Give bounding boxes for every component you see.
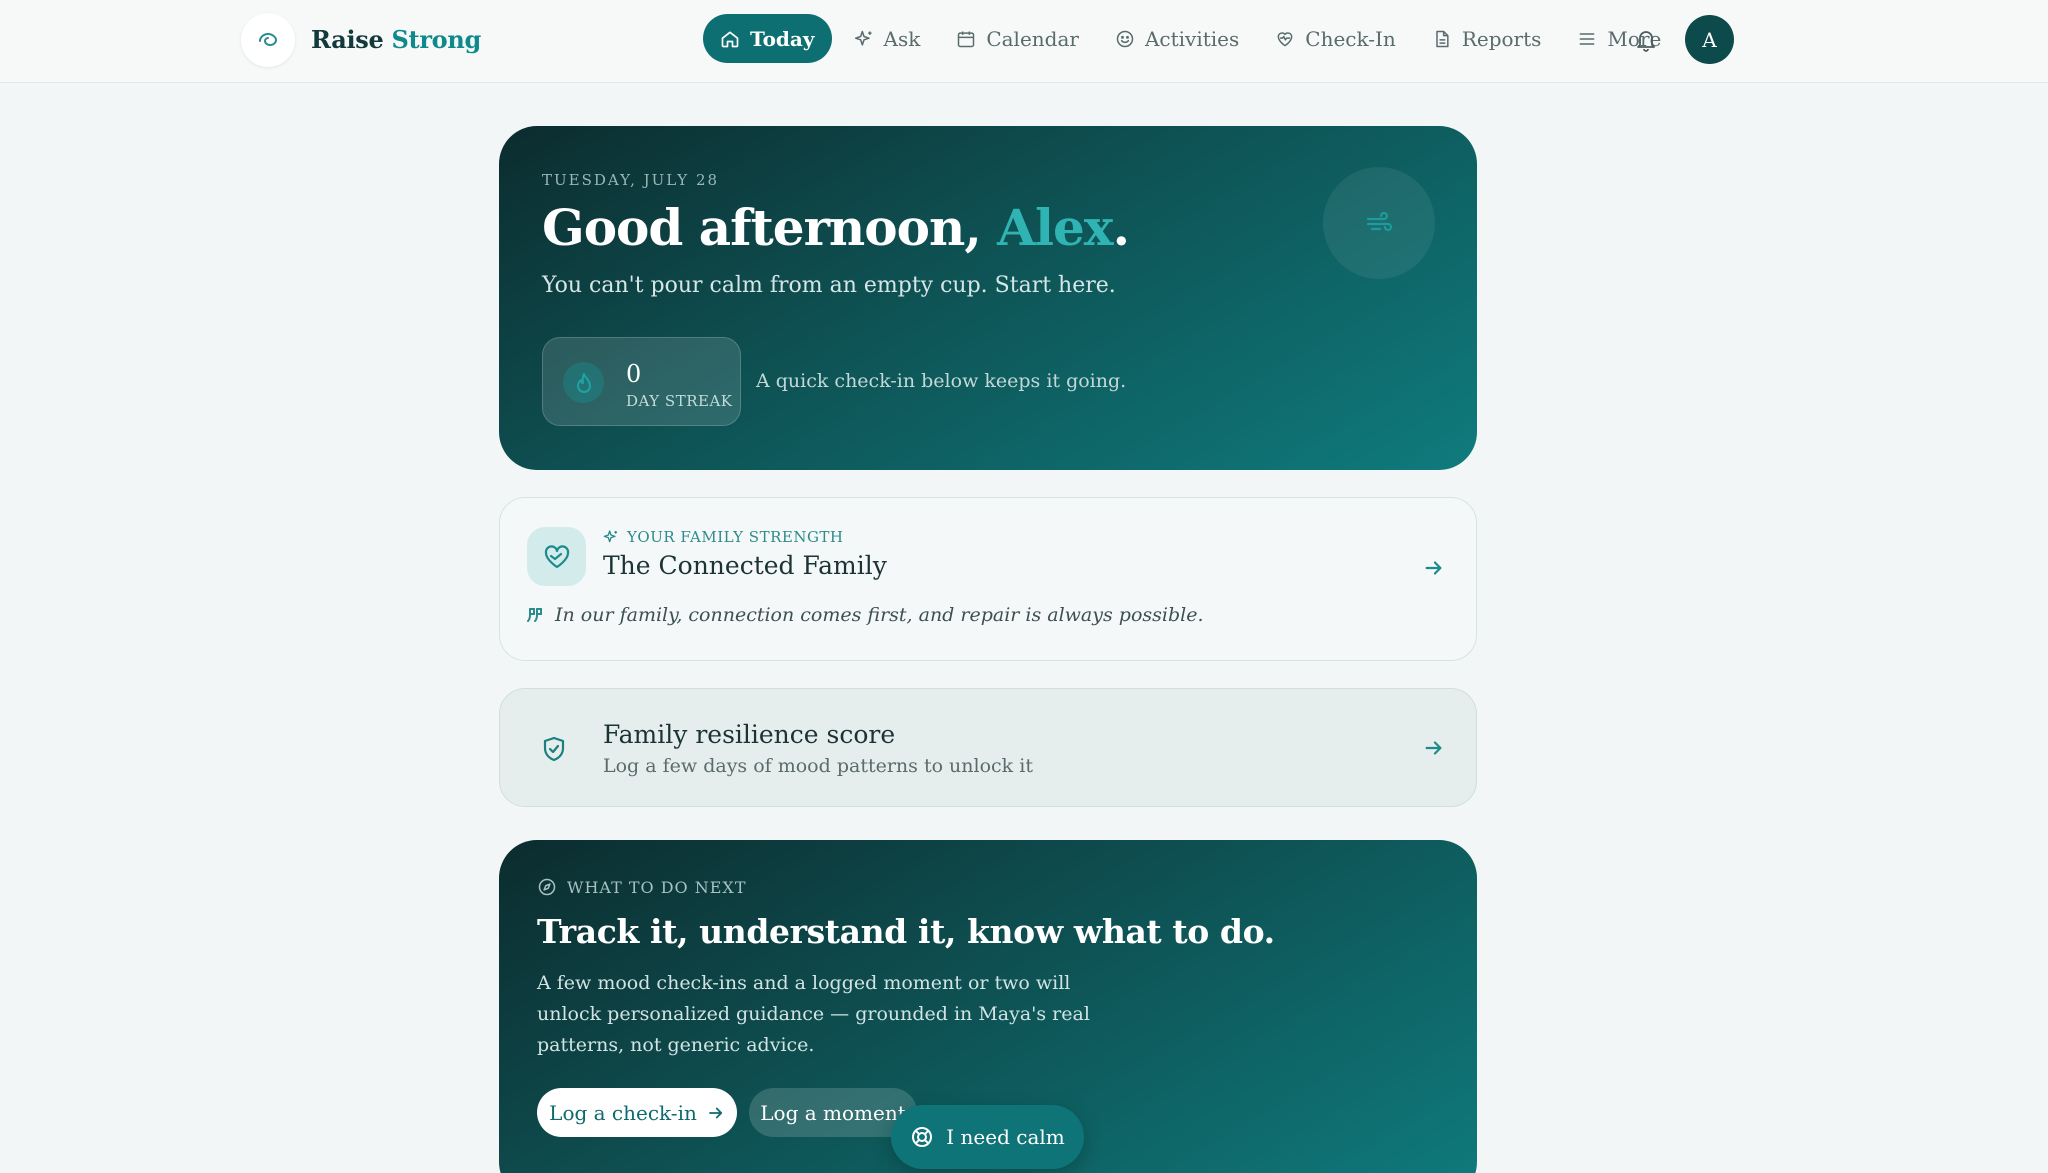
arrow-right-icon	[708, 1107, 722, 1118]
file-icon	[1436, 30, 1449, 47]
flame-icon	[563, 362, 604, 403]
streak-note: A quick check-in below keeps it going.	[756, 370, 1127, 392]
strength-eyebrow-text: YOUR FAMILY STRENGTH	[627, 528, 844, 546]
family-strength-card[interactable]: YOUR FAMILY STRENGTH The Connected Famil…	[499, 497, 1477, 661]
nav-item-reports[interactable]: Reports	[1414, 14, 1560, 63]
nav-item-label: Calendar	[986, 26, 1079, 51]
streak-label: DAY STREAK	[626, 392, 733, 410]
next-title: Track it, understand it, know what to do…	[537, 912, 1275, 951]
nav-item-more[interactable]: More	[1559, 14, 1679, 63]
top-navigation-bar: Raise Strong Today Ask Calendar Activiti…	[0, 0, 2048, 83]
home-icon	[721, 31, 739, 47]
nav-item-label: Today	[750, 26, 815, 51]
sparkle-icon	[854, 30, 871, 46]
resilience-subtitle: Log a few days of mood patterns to unloc…	[603, 755, 1033, 777]
shield-check-icon	[540, 734, 568, 764]
avatar[interactable]: A	[1685, 15, 1734, 64]
nav-item-today[interactable]: Today	[703, 14, 832, 63]
nav-item-label: Reports	[1461, 26, 1542, 51]
open-resilience-arrow[interactable]	[1421, 735, 1447, 761]
swirl-icon	[241, 12, 295, 67]
heart-pulse-icon	[1277, 31, 1293, 46]
smile-icon	[1116, 30, 1134, 47]
brand-name-main: Raise	[311, 25, 384, 54]
greeting-hero: TUESDAY, JULY 28 Good afternoon, Alex. Y…	[499, 126, 1477, 470]
i-need-calm-label: I need calm	[946, 1125, 1065, 1149]
bell-icon	[1637, 31, 1655, 52]
log-check-in-label: Log a check-in	[549, 1100, 697, 1125]
brand-name: Raise Strong	[311, 25, 481, 54]
greeting-suffix: .	[1112, 198, 1130, 257]
nav-item-check-in[interactable]: Check-In	[1257, 14, 1414, 63]
user-name: Alex	[997, 198, 1113, 257]
nav-item-label: Activities	[1144, 26, 1240, 51]
hero-subtitle: You can't pour calm from an empty cup. S…	[542, 273, 1116, 298]
strength-title: The Connected Family	[603, 551, 887, 580]
heart-handshake-icon	[527, 527, 586, 586]
next-eyebrow-text: WHAT TO DO NEXT	[567, 877, 747, 897]
log-check-in-button[interactable]: Log a check-in	[537, 1088, 737, 1137]
next-eyebrow: WHAT TO DO NEXT	[537, 877, 746, 897]
arrow-right-icon	[1425, 561, 1442, 575]
hero-date: TUESDAY, JULY 28	[542, 171, 720, 189]
wind-icon	[1366, 211, 1393, 232]
compass-icon	[538, 878, 556, 896]
page-title: Good afternoon, Alex.	[542, 198, 1130, 257]
strength-eyebrow: YOUR FAMILY STRENGTH	[603, 528, 844, 546]
nav-item-activities[interactable]: Activities	[1097, 14, 1257, 63]
sparkle-icon	[603, 530, 617, 543]
calendar-icon	[958, 31, 975, 47]
notifications-button[interactable]	[1631, 23, 1661, 57]
arrow-right-icon	[1425, 741, 1442, 755]
family-motto: In our family, connection comes first, a…	[527, 604, 1204, 626]
nav-item-label: Check-In	[1305, 26, 1396, 51]
menu-icon	[1580, 32, 1595, 45]
lifebuoy-icon	[912, 1127, 933, 1147]
family-motto-text: In our family, connection comes first, a…	[555, 604, 1204, 626]
resilience-title: Family resilience score	[603, 720, 896, 749]
main-nav: Today Ask Calendar Activities Check-In R…	[703, 14, 1679, 63]
resilience-score-card[interactable]: Family resilience score Log a few days o…	[499, 688, 1477, 807]
avatar-initial: A	[1702, 27, 1717, 52]
nav-item-calendar[interactable]: Calendar	[938, 14, 1097, 63]
nav-item-label: Ask	[883, 26, 921, 51]
quote-icon	[527, 608, 542, 622]
greeting-prefix: Good afternoon,	[542, 198, 998, 257]
next-body: A few mood check-ins and a logged moment…	[537, 972, 1090, 1056]
day-streak-card: 0 DAY STREAK	[542, 337, 741, 426]
brand-name-accent: Strong	[391, 25, 482, 54]
log-moment-label: Log a moment	[760, 1100, 906, 1125]
breathe-orb[interactable]	[1323, 167, 1435, 279]
i-need-calm-button[interactable]: I need calm	[891, 1105, 1084, 1169]
open-strength-arrow[interactable]	[1421, 555, 1447, 581]
nav-item-ask[interactable]: Ask	[836, 14, 939, 63]
streak-count: 0	[626, 360, 642, 388]
brand[interactable]: Raise Strong	[241, 12, 481, 67]
